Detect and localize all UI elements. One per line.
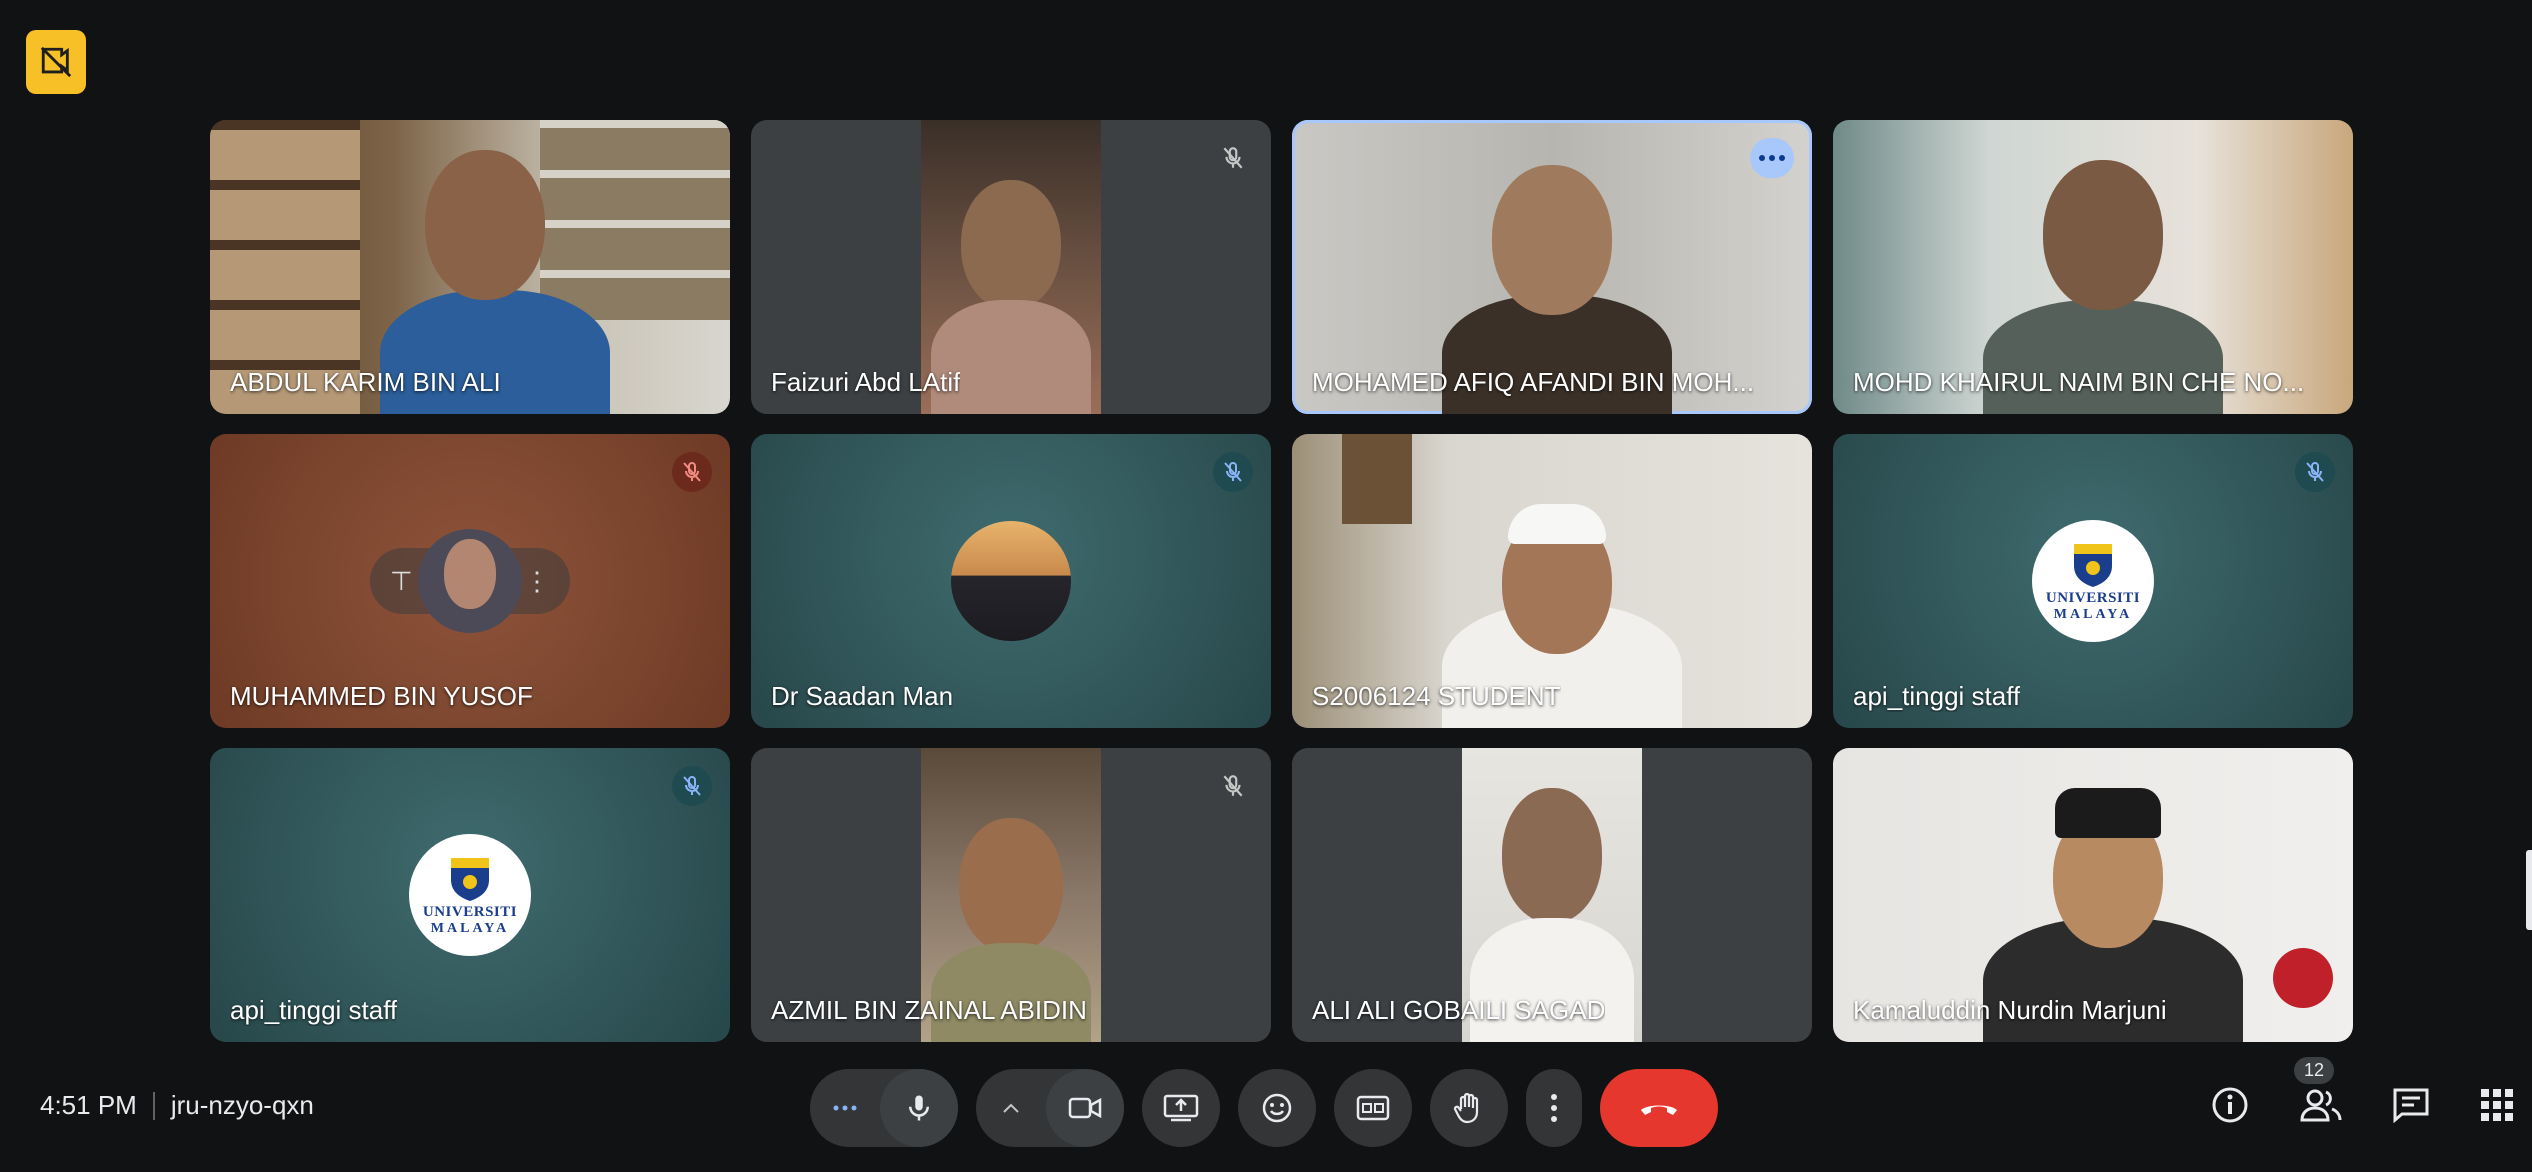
participant-tile[interactable]: Faizuri Abd LAtif (751, 120, 1271, 414)
call-controls (810, 1067, 1718, 1149)
camera-control-group (976, 1069, 1124, 1147)
participant-name: api_tinggi staff (230, 995, 398, 1025)
end-call-icon (1641, 1105, 1677, 1115)
participant-face (2043, 160, 2163, 310)
leave-call-button[interactable] (1600, 1069, 1718, 1147)
participant-name: ABDUL KARIM BIN ALI (230, 367, 501, 397)
mic-control-group (810, 1069, 958, 1147)
pin-icon[interactable]: ⊤ (390, 566, 413, 597)
present-screen-button[interactable] (1142, 1069, 1220, 1147)
participant-tile[interactable]: MOHD KHAIRUL NAIM BIN CHE NO... (1833, 120, 2353, 414)
meeting-details-button[interactable] (2210, 1085, 2250, 1130)
participant-name: MOHAMED AFIQ AFANDI BIN MOH... (1312, 367, 1755, 397)
camera-icon (1068, 1097, 1102, 1119)
more-vert-icon[interactable]: ⋮ (524, 566, 550, 597)
participant-body (931, 943, 1091, 1042)
tile-hover-controls[interactable]: ⊤ ⋮ (370, 529, 570, 633)
participant-name: AZMIL BIN ZAINAL ABIDIN (771, 995, 1087, 1025)
more-options-icon[interactable] (1750, 138, 1794, 178)
participant-name: api_tinggi staff (1853, 681, 2021, 711)
universiti-malaya-logo: UNIVERSITI MALAYA (409, 834, 531, 956)
mic-icon (909, 1095, 929, 1121)
participant-name: Kamaluddin Nurdin Marjuni (1853, 995, 2167, 1025)
mic-off-icon (1213, 138, 1253, 178)
captions-button[interactable] (1334, 1069, 1412, 1147)
participant-tile[interactable]: UNIVERSITI MALAYA api_tinggi staff (1833, 434, 2353, 728)
participant-face (1492, 165, 1612, 315)
emoji-reactions-button[interactable] (1238, 1069, 1316, 1147)
avatar (418, 529, 522, 633)
participant-count-badge: 12 (2294, 1057, 2335, 1084)
no-video-badge-icon[interactable] (26, 30, 86, 94)
participant-name: ALI ALI GOBAILI SAGAD (1312, 995, 1606, 1025)
participant-tile[interactable]: S2006124 STUDENT (1292, 434, 1812, 728)
logo-text-line2: MALAYA (430, 920, 510, 936)
side-panel-handle[interactable] (2526, 850, 2532, 930)
participant-grid: ABDUL KARIM BIN ALI Faizuri Abd LAtif MO… (210, 120, 2353, 1042)
avatar (951, 521, 1071, 641)
raise-hand-icon (1453, 1092, 1479, 1124)
participant-name: Dr Saadan Man (771, 681, 954, 711)
participant-face (425, 150, 545, 300)
participant-tile[interactable]: Dr Saadan Man (751, 434, 1271, 728)
side-panel-buttons: 12 (2210, 1057, 2514, 1130)
divider (152, 1091, 155, 1120)
participant-name: S2006124 STUDENT (1312, 681, 1561, 711)
video-options-button[interactable] (976, 1069, 1046, 1147)
participant-name: MOHD KHAIRUL NAIM BIN CHE NO... (1853, 367, 2305, 397)
mic-off-icon (672, 766, 712, 806)
present-screen-icon (1163, 1094, 1199, 1122)
bookshelf-right (540, 120, 730, 320)
emoji-icon (1262, 1093, 1292, 1123)
mic-off-icon (1213, 452, 1253, 492)
raise-hand-button[interactable] (1430, 1069, 1508, 1147)
captions-icon (1356, 1095, 1390, 1121)
more-vert-icon (1551, 1094, 1557, 1122)
logo-text-line1: UNIVERSITI (2045, 589, 2141, 606)
people-icon (2300, 1089, 2342, 1122)
songkok-cap (2055, 788, 2161, 838)
participant-tile[interactable]: ALI ALI GOBAILI SAGAD (1292, 748, 1812, 1042)
participant-tile[interactable]: Kamaluddin Nurdin Marjuni (1833, 748, 2353, 1042)
mic-off-icon (1213, 766, 1253, 806)
more-options-button[interactable] (1526, 1069, 1582, 1147)
participant-tile-active[interactable]: MOHAMED AFIQ AFANDI BIN MOH... (1292, 120, 1812, 414)
flowers (2273, 948, 2333, 1008)
kufi-cap (1508, 504, 1606, 544)
participant-face (961, 180, 1061, 310)
participant-face (1502, 788, 1602, 923)
meeting-code: jru-nzyo-qxn (170, 1090, 314, 1120)
mic-off-icon (2295, 452, 2335, 492)
info-icon (2212, 1087, 2248, 1123)
participant-tile[interactable]: UNIVERSITI MALAYA api_tinggi staff (210, 748, 730, 1042)
camera-button[interactable] (1046, 1069, 1124, 1147)
mic-button[interactable] (880, 1069, 958, 1147)
logo-text-line1: UNIVERSITI (422, 903, 518, 920)
participant-tile[interactable]: AZMIL BIN ZAINAL ABIDIN (751, 748, 1271, 1042)
wall-shelf (1342, 434, 1412, 524)
participant-face (444, 539, 496, 609)
mic-off-icon (672, 452, 712, 492)
participant-face (959, 818, 1063, 953)
apps-grid-icon (2481, 1089, 2513, 1121)
participant-tile[interactable]: ⊤ ⋮ MUHAMMED BIN YUSOF (210, 434, 730, 728)
chat-icon (2393, 1088, 2429, 1124)
chevron-up-icon (1003, 1103, 1019, 1113)
clock-time: 4:51 PM (40, 1090, 137, 1120)
meeting-info: 4:51 PM jru-nzyo-qxn (40, 1090, 314, 1121)
audio-options-button[interactable] (810, 1069, 880, 1147)
chat-button[interactable] (2392, 1087, 2430, 1128)
participant-tile[interactable]: ABDUL KARIM BIN ALI (210, 120, 730, 414)
universiti-malaya-logo: UNIVERSITI MALAYA (2032, 520, 2154, 642)
participant-name: Faizuri Abd LAtif (771, 367, 961, 397)
participant-name: MUHAMMED BIN YUSOF (230, 681, 533, 711)
people-button[interactable]: 12 (2294, 1057, 2342, 1128)
activities-button[interactable] (2480, 1088, 2514, 1127)
logo-text-line2: MALAYA (2053, 606, 2133, 622)
